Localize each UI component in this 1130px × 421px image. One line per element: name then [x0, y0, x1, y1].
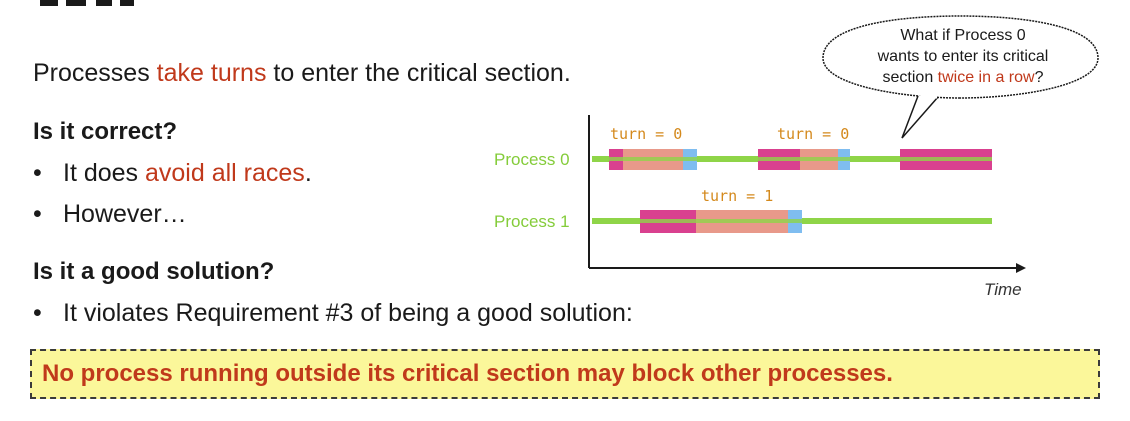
bubble-line-1: What if Process 0	[900, 27, 1026, 44]
time-axis-label: Time	[984, 280, 1022, 299]
bubble-text: What if Process 0 wants to enter its cri…	[838, 25, 1088, 88]
turn-label-1: turn = 1	[701, 187, 774, 205]
turn-label-0-second: turn = 0	[777, 125, 850, 143]
bubble-line3-highlight: twice in a row	[937, 69, 1035, 86]
bubble-tail	[901, 95, 939, 139]
p0-remainder-overlay-a	[592, 157, 992, 161]
bubble-line3-before: section	[882, 69, 938, 86]
bubble-line-2: wants to enter its critical	[877, 48, 1049, 65]
p1-remainder-overlay	[592, 219, 992, 223]
process-1-label: Process 1	[494, 212, 570, 231]
bubble-line-3: section twice in a row?	[838, 67, 1088, 88]
process-0-label: Process 0	[494, 150, 570, 169]
bubble-line3-after: ?	[1034, 69, 1044, 86]
turn-label-0-first: turn = 0	[610, 125, 683, 143]
